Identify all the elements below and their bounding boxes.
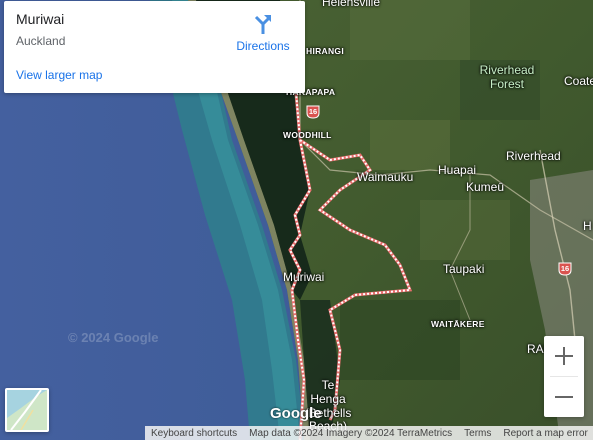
map-thumbnail-icon [7, 390, 47, 430]
place-label-parakai: HIRANGI [306, 46, 344, 56]
map-footer: Keyboard shortcuts Map data ©2024 Imager… [145, 426, 593, 440]
highway-16-number-east: 16 [560, 264, 570, 273]
place-label-huapai: Huapai [438, 163, 477, 177]
place-subtitle: Auckland [16, 34, 66, 48]
place-label-woodhill: WOODHILL [283, 130, 332, 140]
highway-16-shield: 16 [306, 105, 320, 119]
map-watermark: © 2024 Google [68, 330, 159, 345]
highway-16-shield-east: 16 [558, 262, 572, 276]
view-larger-map-link[interactable]: View larger map [16, 68, 102, 82]
zoom-in-button[interactable] [544, 336, 584, 376]
directions-icon [254, 15, 272, 34]
place-label-kumeu: Kumeū [466, 180, 505, 194]
highway-16-number: 16 [308, 107, 318, 116]
keyboard-shortcuts-link[interactable]: Keyboard shortcuts [145, 428, 243, 439]
place-title: Muriwai [16, 11, 65, 27]
report-map-error-link[interactable]: Report a map error [497, 428, 593, 439]
directions-button[interactable]: Directions [228, 11, 298, 55]
place-label-taupaki: Taupaki [443, 262, 485, 276]
zoom-out-button[interactable] [544, 377, 584, 417]
terms-link[interactable]: Terms [458, 428, 497, 439]
place-label-riverhead: Riverhead [506, 149, 561, 163]
zoom-out-icon [555, 396, 573, 398]
place-label-waimauku: Waimauku [357, 170, 414, 184]
place-label-hobsonville: H [583, 219, 592, 233]
place-label-riverhead-forest: Riverhead Forest [479, 63, 535, 91]
place-label-helensville: Helensville [322, 0, 381, 9]
place-info-card: Muriwai Auckland View larger map Directi… [4, 1, 305, 93]
zoom-control [544, 336, 584, 417]
place-label-coatesville: Coate [564, 74, 593, 88]
google-logo: Google [270, 405, 322, 422]
place-label-muriwai: Muriwai [283, 270, 325, 284]
map-attribution: Map data ©2024 Imagery ©2024 TerraMetric… [249, 427, 453, 439]
map-type-toggle[interactable] [5, 388, 49, 432]
place-label-waitakere: WAITĀKERE [431, 319, 485, 329]
directions-label: Directions [236, 39, 290, 53]
